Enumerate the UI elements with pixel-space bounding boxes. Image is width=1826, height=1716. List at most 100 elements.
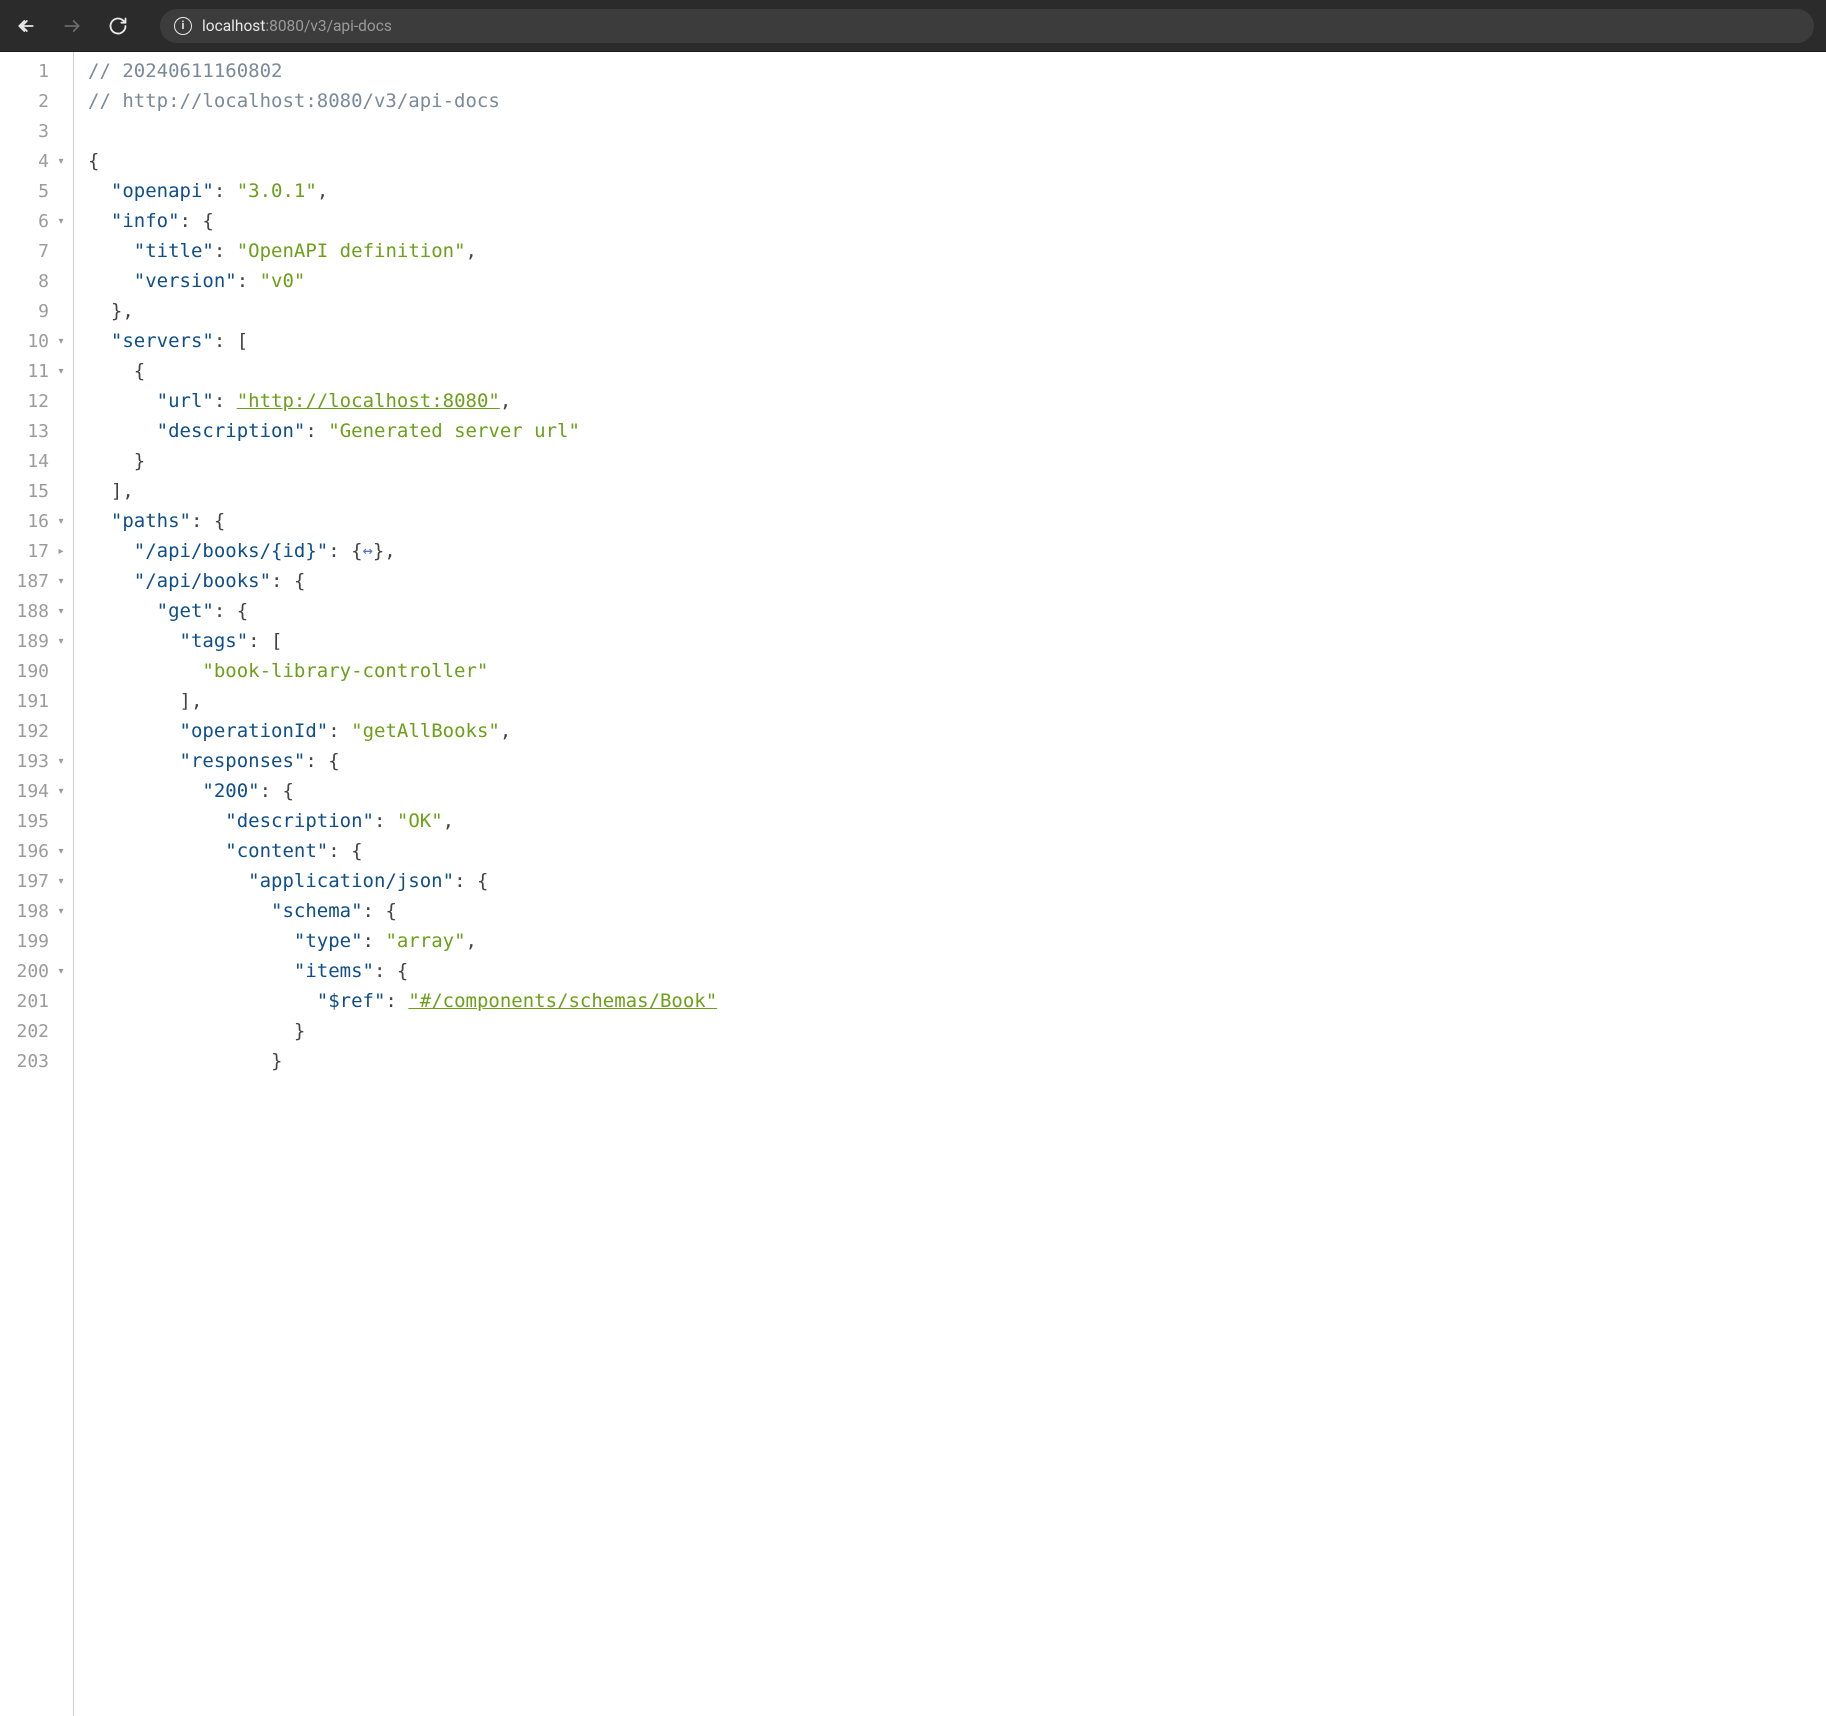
token-key: "get" xyxy=(157,596,214,626)
code-line: // 20240611160802 xyxy=(88,56,1826,86)
fold-expanded-icon[interactable]: ▾ xyxy=(55,216,67,227)
code-line: "content": { xyxy=(88,836,1826,866)
token-string: "OK" xyxy=(397,806,443,836)
token-colon: : xyxy=(260,776,283,806)
token-indent xyxy=(88,536,134,566)
token-indent xyxy=(88,476,111,506)
token-indent xyxy=(88,236,134,266)
line-number: 196 xyxy=(15,841,49,862)
fold-expanded-icon[interactable]: ▾ xyxy=(55,756,67,767)
fold-expanded-icon[interactable]: ▾ xyxy=(55,876,67,887)
code-line: "paths": { xyxy=(88,506,1826,536)
token-indent xyxy=(88,1046,271,1076)
line-number: 200 xyxy=(15,961,49,982)
fold-expanded-icon[interactable]: ▾ xyxy=(55,516,67,527)
json-viewer: 1234▾56▾78910▾11▾1213141516▾17▸187▾188▾1… xyxy=(0,52,1826,1716)
fold-expanded-icon[interactable]: ▾ xyxy=(55,636,67,647)
fold-expanded-icon[interactable]: ▾ xyxy=(55,786,67,797)
token-key: "version" xyxy=(134,266,237,296)
site-info-icon[interactable]: i xyxy=(174,17,192,35)
reload-button[interactable] xyxy=(104,12,132,40)
token-indent xyxy=(88,626,180,656)
code-line: "url": "http://localhost:8080", xyxy=(88,386,1826,416)
token-indent xyxy=(88,266,134,296)
token-colon: : xyxy=(214,236,237,266)
token-punct: { xyxy=(351,836,362,866)
forward-button[interactable] xyxy=(58,12,86,40)
token-punct: ] xyxy=(180,686,191,716)
token-key: "openapi" xyxy=(111,176,214,206)
token-link[interactable]: "http://localhost:8080" xyxy=(237,386,500,416)
token-key: "tags" xyxy=(180,626,249,656)
token-colon: : xyxy=(454,866,477,896)
code-line: "200": { xyxy=(88,776,1826,806)
token-punct: [ xyxy=(271,626,282,656)
fold-expanded-icon[interactable]: ▾ xyxy=(55,966,67,977)
line-number-gutter: 1234▾56▾78910▾11▾1213141516▾17▸187▾188▾1… xyxy=(0,52,74,1716)
fold-expanded-icon[interactable]: ▾ xyxy=(55,846,67,857)
token-punct: , xyxy=(122,476,133,506)
token-indent xyxy=(88,806,225,836)
gutter-row: 8 xyxy=(0,266,73,296)
gutter-row: 196 ▾ xyxy=(0,836,73,866)
line-number: 190 xyxy=(15,661,49,682)
arrow-right-icon xyxy=(62,16,82,36)
gutter-row: 9 xyxy=(0,296,73,326)
token-indent xyxy=(88,926,294,956)
fold-expanded-icon[interactable]: ▾ xyxy=(55,156,67,167)
fold-expanded-icon[interactable]: ▾ xyxy=(55,366,67,377)
token-punct: } xyxy=(294,1016,305,1046)
line-number: 7 xyxy=(15,241,49,262)
token-indent xyxy=(88,716,180,746)
code-line: } xyxy=(88,446,1826,476)
code-area[interactable]: // 20240611160802// http://localhost:808… xyxy=(74,52,1826,1716)
fold-expanded-icon[interactable]: ▾ xyxy=(55,606,67,617)
token-colon: : xyxy=(328,536,351,566)
token-string: "3.0.1" xyxy=(237,176,317,206)
token-punct: , xyxy=(500,716,511,746)
address-bar[interactable]: i localhost:8080/v3/api-docs xyxy=(160,9,1814,43)
fold-collapsed-icon[interactable]: ▸ xyxy=(55,546,67,557)
gutter-row: 2 xyxy=(0,86,73,116)
code-line: "title": "OpenAPI definition", xyxy=(88,236,1826,266)
token-key: "description" xyxy=(225,806,374,836)
token-comment: // 20240611160802 xyxy=(88,56,282,86)
token-indent xyxy=(88,1016,294,1046)
line-number: 11 xyxy=(15,361,49,382)
fold-expanded-icon[interactable]: ▾ xyxy=(55,576,67,587)
token-string: "book-library-controller" xyxy=(202,656,488,686)
fold-expanded-icon[interactable]: ▾ xyxy=(55,336,67,347)
token-string: "OpenAPI definition" xyxy=(237,236,466,266)
line-number: 201 xyxy=(15,991,49,1012)
token-punct: { xyxy=(385,896,396,926)
line-number: 198 xyxy=(15,901,49,922)
token-indent xyxy=(88,296,111,326)
token-colon: : xyxy=(385,986,408,1016)
gutter-row: 189▾ xyxy=(0,626,73,656)
token-indent xyxy=(88,746,180,776)
token-key: "$ref" xyxy=(317,986,386,1016)
fold-expanded-icon[interactable]: ▾ xyxy=(55,906,67,917)
token-punct: , xyxy=(466,926,477,956)
token-indent xyxy=(88,986,317,1016)
gutter-row: 4▾ xyxy=(0,146,73,176)
token-key: "schema" xyxy=(271,896,363,926)
token-comment: // http://localhost:8080/v3/api-docs xyxy=(88,86,500,116)
token-link[interactable]: "#/components/schemas/Book" xyxy=(408,986,717,1016)
token-punct: { xyxy=(351,536,362,566)
token-punct: { xyxy=(237,596,248,626)
code-line: { xyxy=(88,146,1826,176)
code-line: "operationId": "getAllBooks", xyxy=(88,716,1826,746)
code-line: "book-library-controller" xyxy=(88,656,1826,686)
token-colon: : xyxy=(363,926,386,956)
code-line: "get": { xyxy=(88,596,1826,626)
code-line: "openapi": "3.0.1", xyxy=(88,176,1826,206)
token-indent xyxy=(88,386,157,416)
token-colon: : xyxy=(191,506,214,536)
token-punct: ] xyxy=(111,476,122,506)
gutter-row: 5 xyxy=(0,176,73,206)
arrow-left-icon xyxy=(16,16,36,36)
back-button[interactable] xyxy=(12,12,40,40)
token-indent xyxy=(88,326,111,356)
token-indent xyxy=(88,896,271,926)
